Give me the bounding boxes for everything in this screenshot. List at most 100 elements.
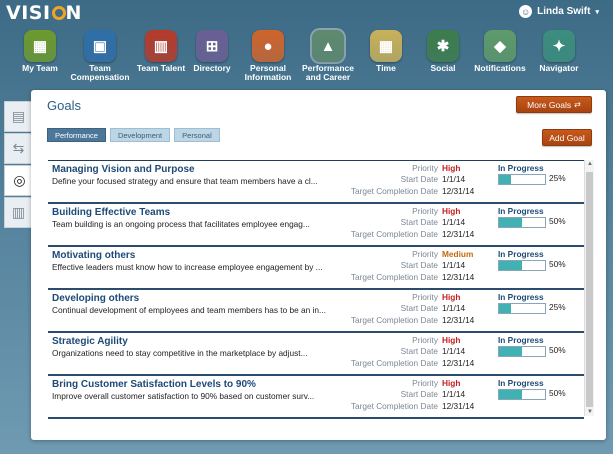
scroll-thumb[interactable]: [586, 172, 593, 407]
nav-label: Social: [430, 63, 456, 73]
goal-description: Improve overall customer satisfaction to…: [52, 391, 315, 401]
progress-bar: [498, 303, 546, 314]
status-label: In Progress: [498, 249, 544, 259]
priority-value: High: [442, 378, 461, 388]
main-nav: ▦ My Team ▣ Team Compensation ▥ Team Talent ⊞ D…: [10, 30, 603, 90]
presentation-icon[interactable]: ▤: [4, 101, 32, 132]
list-item[interactable]: Motivating others Effective leaders must…: [48, 247, 584, 290]
calendar-icon: ▦: [370, 30, 402, 62]
progress-percent: 50%: [549, 388, 566, 398]
goal-progress: In Progress 50%: [498, 206, 578, 228]
directory-icon: ⊞: [196, 30, 228, 62]
nav-label: Team Compensation: [70, 63, 130, 82]
nav-label: Performance and Career: [302, 63, 354, 82]
status-label: In Progress: [498, 378, 544, 388]
bar-chart-icon[interactable]: ▥: [4, 197, 32, 228]
nav-item-1[interactable]: ▣ Team Compensation: [70, 30, 130, 82]
scroll-up-icon[interactable]: ▲: [585, 161, 595, 167]
tab-performance[interactable]: Performance: [47, 128, 106, 142]
nav-item-6[interactable]: ▦ Time: [356, 30, 416, 73]
user-name: Linda Swift: [537, 6, 591, 17]
nav-item-7[interactable]: ✱ Social: [413, 30, 473, 73]
side-tabs: ▤ ⇆ ◎ ▥: [4, 101, 34, 229]
person-icon: ●: [252, 30, 284, 62]
goal-title[interactable]: Strategic Agility: [52, 336, 128, 347]
priority-label: Priority: [412, 335, 438, 345]
goals-panel: Goals More Goals ⇄ Performance Development…: [31, 90, 606, 440]
target-date-label: Target Completion Date: [350, 228, 438, 239]
status-label: In Progress: [498, 206, 544, 216]
start-date-value: 1/1/14: [442, 217, 466, 228]
status-label: In Progress: [498, 292, 544, 302]
goal-description: Continual development of employees and t…: [52, 305, 326, 315]
tab-personal[interactable]: Personal: [174, 128, 220, 142]
start-date-value: 1/1/14: [442, 260, 466, 271]
goal-title[interactable]: Managing Vision and Purpose: [52, 164, 195, 175]
list-item[interactable]: Developing others Continual development …: [48, 290, 584, 333]
more-goals-label: More Goals: [527, 99, 572, 110]
goal-title[interactable]: Motivating others: [52, 250, 135, 261]
goal-meta: Priority High Start Date 1/1/14 Target Com…: [336, 335, 496, 369]
progress-percent: 25%: [549, 302, 566, 312]
list-item[interactable]: Managing Vision and Purpose Define your …: [48, 161, 584, 204]
nav-item-5[interactable]: ▲ Performance and Career: [298, 30, 358, 82]
talent-icon: ▥: [145, 30, 177, 62]
goal-description: Organizations need to stay competitive i…: [52, 348, 308, 358]
priority-label: Priority: [412, 163, 438, 173]
nav-item-3[interactable]: ⊞ Directory: [182, 30, 242, 73]
target-date-value: 12/31/14: [442, 400, 475, 411]
page-title: Goals: [47, 98, 81, 113]
start-date-label: Start Date: [400, 217, 438, 228]
goal-meta: Priority High Start Date 1/1/14 Target Com…: [336, 292, 496, 326]
start-date-label: Start Date: [400, 346, 438, 357]
status-label: In Progress: [498, 163, 544, 173]
priority-value: High: [442, 163, 461, 173]
progress-fill: [499, 218, 522, 227]
nav-item-8[interactable]: ◆ Notifications: [470, 30, 530, 73]
compass-icon: ✦: [543, 30, 575, 62]
goal-progress: In Progress 25%: [498, 292, 578, 314]
nav-item-0[interactable]: ▦ My Team: [10, 30, 70, 73]
goal-description: Effective leaders must know how to incre…: [52, 262, 323, 272]
goal-category-tabs: Performance Development Personal: [47, 128, 220, 142]
target-date-value: 12/31/14: [442, 271, 475, 282]
target-icon[interactable]: ◎: [4, 165, 34, 196]
goal-title[interactable]: Building Effective Teams: [52, 207, 170, 218]
list-item[interactable]: Bring Customer Satisfaction Levels to 90…: [48, 376, 584, 419]
start-date-value: 1/1/14: [442, 389, 466, 400]
priority-label: Priority: [412, 292, 438, 302]
goal-title[interactable]: Bring Customer Satisfaction Levels to 90…: [52, 379, 256, 390]
start-date-label: Start Date: [400, 389, 438, 400]
user-menu[interactable]: ☺ Linda Swift ▾: [519, 5, 599, 18]
list-item[interactable]: Strategic Agility Organizations need to …: [48, 333, 584, 376]
goal-title[interactable]: Developing others: [52, 293, 139, 304]
list-item[interactable]: Building Effective Teams Team building i…: [48, 204, 584, 247]
nav-item-4[interactable]: ● Personal Information: [238, 30, 298, 82]
nav-label: Navigator: [539, 63, 579, 73]
priority-label: Priority: [412, 206, 438, 216]
add-goal-button[interactable]: Add Goal: [542, 129, 592, 146]
progress-percent: 50%: [549, 216, 566, 226]
priority-value: High: [442, 206, 461, 216]
goal-description: Team building is an ongoing process that…: [52, 219, 310, 229]
scrollbar[interactable]: ▲ ▼: [584, 160, 594, 416]
progress-bar: [498, 346, 546, 357]
progress-fill: [499, 304, 511, 313]
signpost-icon[interactable]: ⇆: [4, 133, 32, 164]
career-icon: ▲: [312, 30, 344, 62]
target-date-value: 12/31/14: [442, 228, 475, 239]
priority-label: Priority: [412, 249, 438, 259]
chevron-down-icon: ▾: [595, 8, 599, 16]
scroll-down-icon[interactable]: ▼: [585, 409, 595, 415]
start-date-label: Start Date: [400, 303, 438, 314]
nav-label: Notifications: [474, 63, 526, 73]
target-date-label: Target Completion Date: [350, 357, 438, 368]
progress-bar: [498, 174, 546, 185]
nav-label: Directory: [193, 63, 231, 73]
tab-development[interactable]: Development: [109, 128, 171, 142]
priority-value: Medium: [442, 249, 474, 259]
nav-item-9[interactable]: ✦ Navigator: [529, 30, 589, 73]
nav-label: Time: [376, 63, 396, 73]
more-goals-button[interactable]: More Goals ⇄: [516, 96, 592, 113]
start-date-value: 1/1/14: [442, 303, 466, 314]
